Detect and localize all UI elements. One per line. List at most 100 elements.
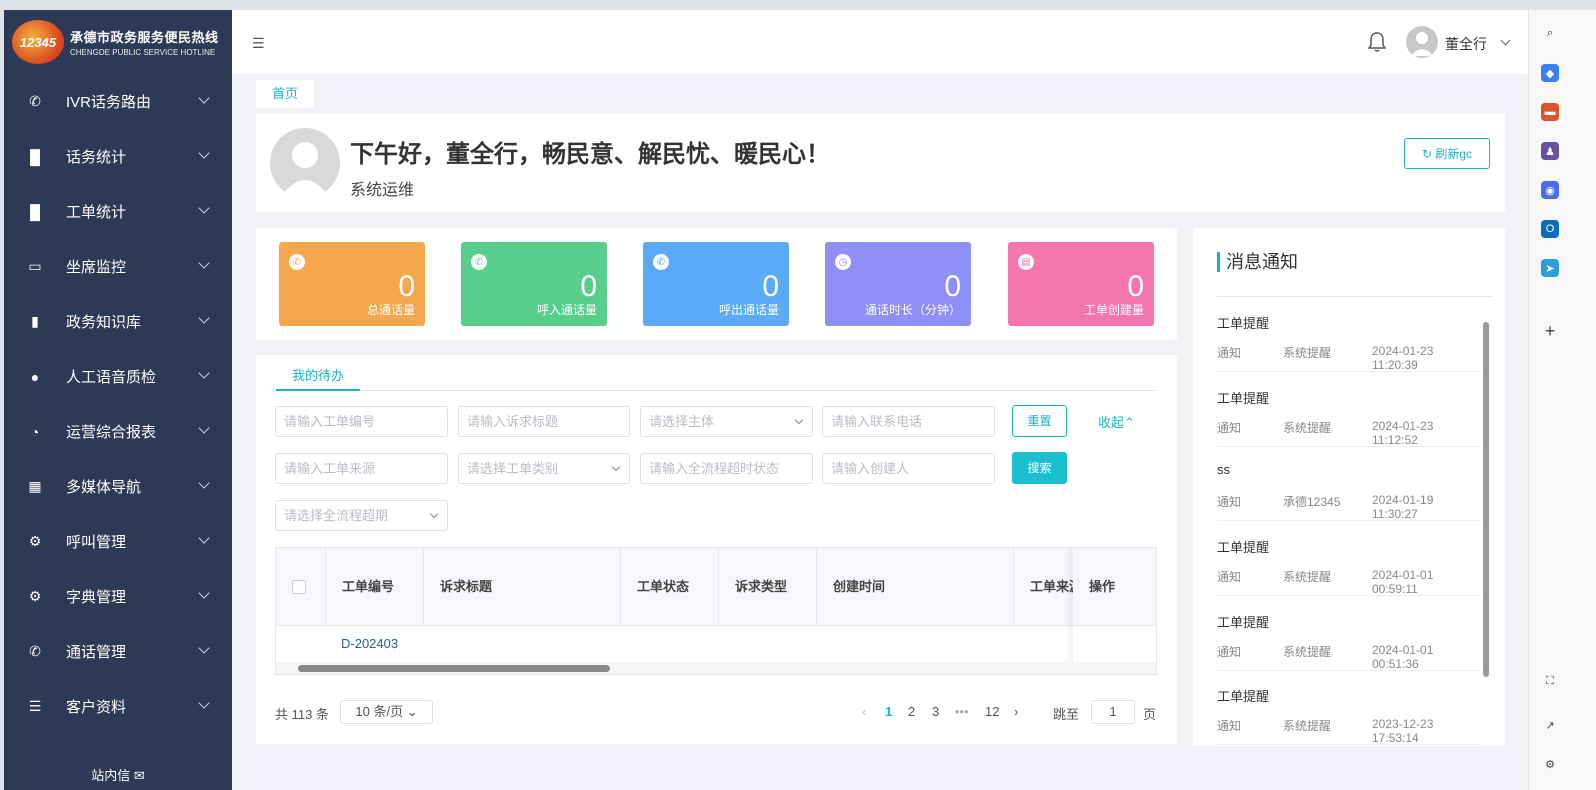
- subject-select[interactable]: 请选择主体: [640, 406, 813, 437]
- refresh-button[interactable]: ↻ 刷新gc: [1404, 138, 1490, 169]
- stat-card-outbound-calls: ✆ 0 呼出通话量: [643, 242, 789, 326]
- phone-icon: ✆: [29, 93, 41, 109]
- refresh-label: 刷新gc: [1435, 147, 1473, 161]
- sidebar-item-conversation[interactable]: ✆ 通话管理: [4, 624, 232, 679]
- external-link-icon[interactable]: ↗: [1541, 716, 1559, 734]
- prev-page-icon[interactable]: ‹: [862, 704, 866, 719]
- gear-icon[interactable]: ⚙: [1541, 755, 1559, 773]
- stat-label: 呼入通话量: [536, 303, 597, 317]
- notice-item[interactable]: 工单提醒 通知 系统提醒 2024-01-01 00:59:11: [1217, 521, 1481, 596]
- bell-icon[interactable]: [1368, 31, 1386, 53]
- screenshot-icon[interactable]: ⛶: [1541, 672, 1559, 690]
- column-header[interactable]: 创建时间: [817, 548, 1014, 626]
- stat-value: 0: [762, 270, 779, 303]
- sidebar-item-seat-monitor[interactable]: ▭ 坐席监控: [4, 239, 232, 294]
- site-message-label: 站内信: [91, 768, 131, 783]
- tab-my-todo[interactable]: 我的待办: [276, 365, 361, 391]
- category-select[interactable]: 请选择工单类别: [458, 453, 630, 484]
- sidebar-item-label: 话务统计: [66, 149, 127, 166]
- order-number-input[interactable]: 请输入工单编号: [275, 406, 448, 437]
- sidebar-item-dictionary[interactable]: ⚙ 字典管理: [4, 569, 232, 624]
- notice-item-source: 系统提醒: [1283, 570, 1332, 584]
- column-header[interactable]: 工单来源: [1014, 548, 1074, 626]
- phone-input[interactable]: 请输入联系电话: [822, 406, 995, 437]
- stat-label: 呼出通话量: [718, 303, 779, 317]
- column-header[interactable]: 诉求类型: [719, 548, 817, 626]
- tab-home[interactable]: 首页: [256, 80, 315, 108]
- site-message-link[interactable]: 站内信 ✉: [4, 762, 232, 790]
- sidebar-item-ivr[interactable]: ✆ IVR话务路由: [4, 74, 232, 129]
- chevron-down-icon[interactable]: [1500, 35, 1511, 46]
- reset-button[interactable]: 重置: [1012, 405, 1067, 437]
- select-all-checkbox[interactable]: [292, 580, 306, 594]
- scrollbar-thumb[interactable]: [298, 665, 610, 672]
- page-ellipsis[interactable]: •••: [955, 704, 969, 719]
- sidebar-item-knowledge[interactable]: ▮ 政务知识库: [4, 294, 232, 349]
- notice-item-source: 承德12345: [1283, 495, 1341, 509]
- chevron-down-icon: [198, 257, 210, 269]
- collapse-filters-link[interactable]: 收起⌃: [1098, 412, 1135, 431]
- sidebar-item-reports[interactable]: ◔ 运营综合报表: [4, 404, 232, 459]
- sidebar-item-call-mgmt[interactable]: ⚙ 呼叫管理: [4, 514, 232, 569]
- sidebar-item-label: 呼叫管理: [66, 534, 127, 551]
- notice-item[interactable]: 工单提醒 通知 系统提醒 2024-01-23 11:12:52: [1217, 372, 1481, 447]
- table-row-order-id[interactable]: D-202403: [341, 636, 398, 651]
- chevron-down-icon: [429, 509, 439, 519]
- stat-value: 0: [1127, 270, 1144, 303]
- source-input[interactable]: 请输入工单来源: [275, 453, 448, 484]
- collapse-menu-icon[interactable]: ☰: [252, 35, 265, 52]
- copilot-icon[interactable]: ◉: [1541, 181, 1559, 199]
- notice-item-type: 通知: [1217, 719, 1242, 733]
- subject-select-placeholder: 请选择主体: [649, 414, 715, 429]
- notice-item[interactable]: 工单提醒 通知 系统提醒 2024-01-01 00:51:36: [1217, 596, 1481, 671]
- column-header[interactable]: 工单状态: [621, 548, 719, 626]
- notice-item[interactable]: 工单提醒 通知 系统提醒 2023-12-23 17:53:14: [1217, 670, 1481, 745]
- avatar[interactable]: [1406, 26, 1438, 58]
- stats-panel: ✆ 0 总通话量 ✆ 0 呼入通话量 ✆ 0 呼出通话量 ◷ 0 通话时长（分钟…: [256, 228, 1177, 340]
- page-number[interactable]: 3: [932, 704, 939, 719]
- page-number[interactable]: 1: [885, 704, 892, 719]
- page-size-select[interactable]: 10 条/页 ⌄: [340, 700, 433, 724]
- sidebar-item-multimedia[interactable]: ▦ 多媒体导航: [4, 459, 232, 514]
- creator-input[interactable]: 请输入创建人: [822, 453, 995, 484]
- tag-icon[interactable]: ◆: [1541, 64, 1559, 82]
- search-icon[interactable]: ⌕: [1541, 24, 1559, 42]
- pagination: 共 113 条 10 条/页 ⌄ ‹ 1 2 3 ••• 12 › 跳至 1 页: [275, 700, 1157, 726]
- browser-top-strip: [0, 0, 1596, 10]
- user-icon: ●: [30, 368, 40, 385]
- gear-icon: ⚙: [28, 588, 42, 604]
- sidebar-item-customers[interactable]: ☰ 客户资料: [4, 679, 232, 734]
- overdue-select[interactable]: 请选择全流程超期: [275, 500, 448, 531]
- next-page-icon[interactable]: ›: [1014, 704, 1018, 719]
- sidebar-item-call-stats[interactable]: ▐▌ 话务统计: [4, 129, 232, 184]
- chess-icon[interactable]: ♟: [1541, 142, 1559, 160]
- briefcase-icon[interactable]: ▬: [1541, 103, 1559, 121]
- horizontal-scrollbar[interactable]: [276, 662, 1156, 674]
- page-number[interactable]: 12: [985, 704, 999, 719]
- timeout-status-input[interactable]: 请输入全流程超时状态: [640, 453, 813, 484]
- notice-item-source: 系统提醒: [1283, 645, 1332, 659]
- notice-item[interactable]: ss 通知 承德12345 2024-01-19 11:30:27: [1217, 446, 1481, 521]
- sidebar-item-label: 工单统计: [66, 204, 127, 221]
- send-icon[interactable]: ➤: [1541, 259, 1559, 277]
- add-icon[interactable]: +: [1541, 321, 1559, 341]
- sidebar-item-quality[interactable]: ● 人工语音质检: [4, 349, 232, 404]
- column-header[interactable]: 诉求标题: [424, 548, 621, 626]
- scrollbar-thumb[interactable]: [1483, 322, 1489, 677]
- search-button[interactable]: 搜索: [1012, 452, 1067, 484]
- outlook-icon[interactable]: O: [1541, 220, 1559, 238]
- page-number[interactable]: 2: [908, 704, 915, 719]
- user-name[interactable]: 董全行: [1445, 34, 1487, 54]
- sidebar-item-label: 通话管理: [66, 644, 127, 661]
- notice-item-source: 系统提醒: [1283, 719, 1332, 733]
- notice-item[interactable]: 工单提醒 通知 系统提醒 2024-01-23 11:20:39: [1217, 297, 1481, 372]
- vertical-scrollbar[interactable]: [1483, 306, 1491, 736]
- title-input[interactable]: 请输入诉求标题: [458, 406, 630, 437]
- sidebar-item-order-stats[interactable]: ▐▌ 工单统计: [4, 184, 232, 239]
- jump-page-input[interactable]: 1: [1091, 700, 1135, 724]
- column-header[interactable]: 工单编号: [326, 548, 424, 626]
- stat-label: 工单创建量: [1083, 303, 1144, 317]
- notice-item-source: 系统提醒: [1283, 421, 1332, 435]
- notice-item-title: 工单提醒: [1217, 615, 1270, 630]
- page-unit-label: 页: [1143, 707, 1157, 722]
